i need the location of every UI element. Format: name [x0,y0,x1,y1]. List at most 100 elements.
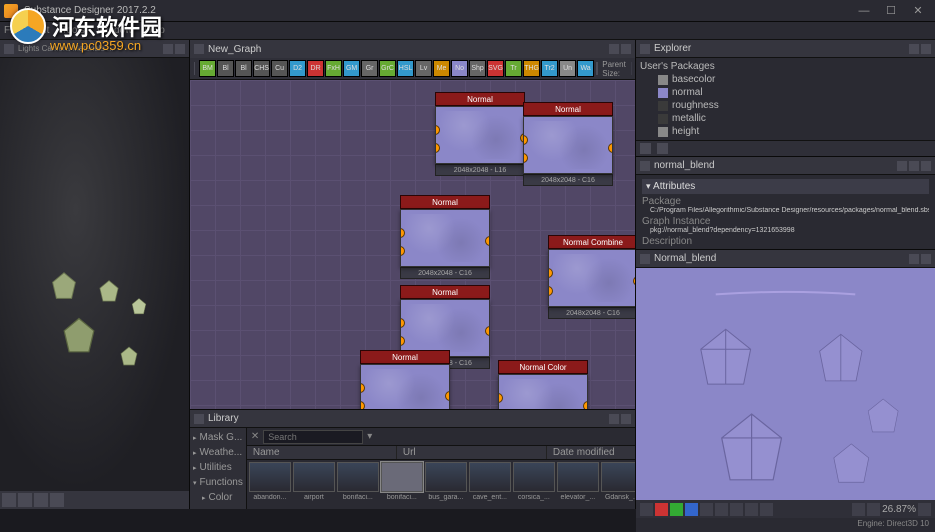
atom-button[interactable]: Cu [271,60,288,77]
library-category[interactable]: ▸Color [192,490,244,505]
atom-button[interactable]: Lv [415,60,432,77]
explorer-header[interactable]: Explorer [636,40,935,58]
library-category[interactable]: ▾Functions [192,475,244,490]
tree-item[interactable]: height [640,125,931,138]
tool-button[interactable] [18,493,32,507]
status-button[interactable] [730,503,743,516]
atom-button[interactable]: Shp [469,60,486,77]
panel-close-icon[interactable] [921,254,931,264]
tool-icon[interactable] [657,143,668,154]
graph-node[interactable]: Normal 2048x2048 - C16 [400,195,490,279]
status-button[interactable] [918,503,931,516]
input-port[interactable] [435,143,440,153]
status-button[interactable] [852,503,865,516]
2d-view-header[interactable]: Normal_blend [636,250,935,268]
input-port[interactable] [400,318,405,328]
atom-button[interactable]: Me [433,60,450,77]
input-port[interactable] [523,135,528,145]
atom-button[interactable]: HSL [397,60,414,77]
panel-undock-icon[interactable] [609,44,619,54]
instance-path[interactable]: pkg://normal_blend?dependency=1321653998 [642,227,929,234]
atom-button[interactable]: CHS [253,60,270,77]
graph-tab[interactable]: New_Graph [208,44,261,55]
zoom-label[interactable]: 26.87% [882,504,916,515]
atom-button[interactable]: FxH [325,60,342,77]
library-thumb[interactable]: airport [293,462,335,507]
library-thumb[interactable]: corsica_... [513,462,555,507]
atom-button[interactable]: GrC [379,60,396,77]
library-tree[interactable]: ▸Mask G...▸Weathe...▸Utilities▾Functions… [190,428,247,509]
col-url[interactable]: Url [397,446,547,459]
library-thumb[interactable]: abandon... [249,462,291,507]
panel-close-icon[interactable] [621,44,631,54]
graph-node[interactable]: Normal Combine 2048x2048 - C16 [548,235,635,319]
tool-button[interactable] [34,493,48,507]
atom-button[interactable]: SVG [487,60,504,77]
atom-button[interactable]: DR [307,60,324,77]
atom-button[interactable]: Bl [217,60,234,77]
atom-button[interactable]: GM [343,60,360,77]
panel-close-icon[interactable] [921,161,931,171]
tree-item[interactable]: basecolor [640,73,931,86]
properties-tab[interactable]: normal_blend [654,160,715,171]
status-button[interactable] [700,503,713,516]
search-input[interactable] [263,430,363,444]
library-category[interactable]: ▸Mask G... [192,430,244,445]
attributes-header[interactable]: ▾ Attributes [642,179,929,194]
atom-button[interactable]: Tr [505,60,522,77]
status-button[interactable] [867,503,880,516]
input-port[interactable] [498,393,503,403]
tool-button[interactable] [50,493,64,507]
input-port[interactable] [400,246,405,256]
tree-item[interactable]: normal [640,86,931,99]
status-button[interactable] [640,503,653,516]
atom-button[interactable]: BM [199,60,216,77]
library-thumb[interactable]: bonifaci... [381,462,423,507]
input-port[interactable] [523,153,528,163]
package-path[interactable]: C:/Program Files/Allegorithmic/Substance… [642,207,929,214]
output-port[interactable] [583,401,588,409]
input-port[interactable] [548,286,553,296]
expand-icon[interactable]: ▾ [367,431,372,442]
col-date[interactable]: Date modified [547,446,647,459]
library-thumb[interactable]: elevator_... [557,462,599,507]
output-port[interactable] [633,276,635,286]
minimize-button[interactable]: — [851,2,877,20]
atom-button[interactable]: Un [559,60,576,77]
panel-undock-icon[interactable] [609,414,619,424]
graph-canvas[interactable]: Normal 2048x2048 - L16Normal 2048x2048 -… [190,80,635,409]
tree-item[interactable]: roughness [640,99,931,112]
library-thumb[interactable]: bonifaci... [337,462,379,507]
atom-button[interactable]: No [451,60,468,77]
graph-node[interactable]: Normal 2048x2048 - C16 [523,102,613,186]
library-header[interactable]: Library [190,410,635,428]
panel-undock-icon[interactable] [163,44,173,54]
maximize-button[interactable]: ☐ [878,2,904,20]
panel-close-icon[interactable] [175,44,185,54]
output-port[interactable] [485,326,490,336]
input-port[interactable] [360,383,365,393]
properties-header[interactable]: normal_blend [636,157,935,175]
input-port[interactable] [400,228,405,238]
close-button[interactable]: ✕ [905,2,931,20]
status-button[interactable] [685,503,698,516]
2d-viewport[interactable] [636,268,935,500]
output-port[interactable] [485,236,490,246]
tree-root[interactable]: User's Packages [640,60,931,73]
status-button[interactable] [670,503,683,516]
input-port[interactable] [400,336,405,346]
output-port[interactable] [608,143,613,153]
atom-button[interactable]: D2 [289,60,306,77]
tool-button[interactable] [2,493,16,507]
input-port[interactable] [548,268,553,278]
2d-tab[interactable]: Normal_blend [654,253,716,264]
output-port[interactable] [445,391,450,401]
graph-node[interactable]: Normal Color 2048x2048 - C16 [498,360,588,409]
input-port[interactable] [435,125,440,135]
atom-button[interactable]: Wa [577,60,594,77]
atom-button[interactable]: Gr [361,60,378,77]
panel-undock-icon[interactable] [909,161,919,171]
atom-button[interactable]: Tr2 [541,60,558,77]
library-category[interactable]: ▸Weathe... [192,445,244,460]
atom-button[interactable]: Bl [235,60,252,77]
